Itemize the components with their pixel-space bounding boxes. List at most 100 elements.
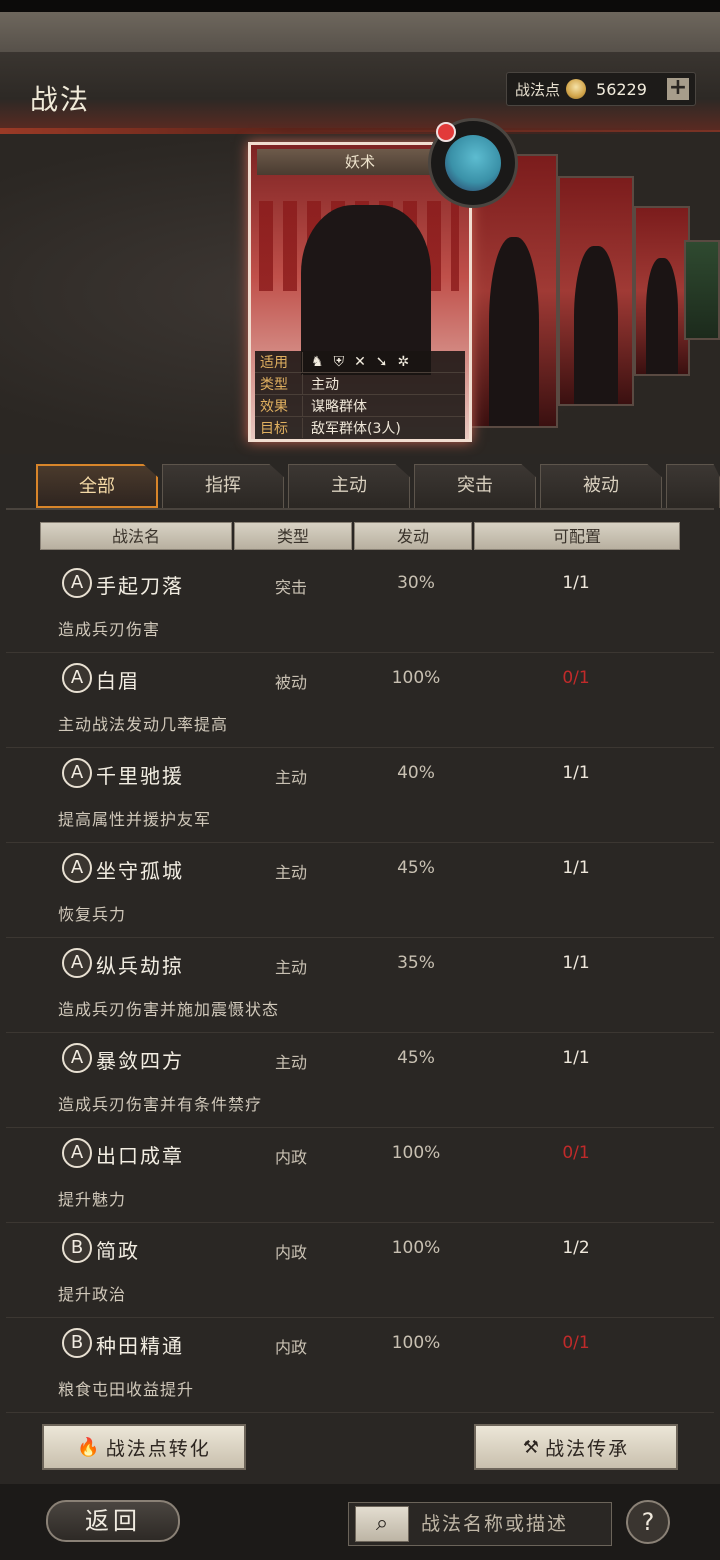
tab-all[interactable]: 全部 <box>36 464 158 508</box>
page-title: 战法 <box>30 83 91 116</box>
skill-type: 主动 <box>274 768 307 787</box>
skill-trigger-rate: 100% <box>391 1333 441 1353</box>
tab-active[interactable]: 主动 <box>288 464 410 508</box>
card-info-value: 主动 <box>311 376 339 393</box>
skill-grade-badge: B <box>62 1233 92 1263</box>
skill-type: 内政 <box>274 1148 307 1167</box>
skill-row[interactable]: A 纵兵劫掠 主动 35% 1/1 造成兵刃伤害并施加震慑状态 <box>6 938 714 1033</box>
skill-slots: 1/1 <box>562 1048 590 1068</box>
skill-slots: 0/1 <box>562 1333 590 1353</box>
skill-slots: 1/1 <box>562 573 590 593</box>
skill-grade-badge: B <box>62 1328 92 1358</box>
skill-grade-badge: A <box>62 663 92 693</box>
skill-row[interactable]: B 简政 内政 100% 1/2 提升政治 <box>6 1223 714 1318</box>
skill-trigger-rate: 35% <box>397 953 435 973</box>
tab-more[interactable] <box>666 464 720 508</box>
status-bar <box>0 0 720 12</box>
card-info-key: 适用 <box>255 351 303 372</box>
skill-card-stack[interactable] <box>634 206 690 376</box>
card-info-key: 目标 <box>255 418 303 438</box>
skill-description: 粮食屯田收益提升 <box>58 1380 195 1399</box>
skill-trigger-rate: 100% <box>391 668 441 688</box>
column-header-slots[interactable]: 可配置 <box>474 522 680 550</box>
notification-dot <box>436 122 456 142</box>
skill-grade-badge: A <box>62 1138 92 1168</box>
skill-slots: 0/1 <box>562 668 590 688</box>
inherit-skill-button[interactable]: ⚒ 战法传承 <box>474 1424 678 1470</box>
convert-points-button[interactable]: 🔥 战法点转化 <box>42 1424 246 1470</box>
skill-grade-badge: A <box>62 758 92 788</box>
tab-assault[interactable]: 突击 <box>414 464 536 508</box>
tab-divider <box>6 508 714 510</box>
skill-type: 被动 <box>274 673 307 692</box>
skill-slots: 1/1 <box>562 763 590 783</box>
skill-name: 手起刀落 <box>96 574 184 598</box>
skill-description: 造成兵刃伤害并施加震慑状态 <box>58 1000 280 1019</box>
search-input[interactable] <box>421 1513 601 1535</box>
skill-slots: 1/1 <box>562 953 590 973</box>
skill-grade-badge: A <box>62 948 92 978</box>
convert-points-label: 战法点转化 <box>105 1437 211 1460</box>
skill-grade-badge: A <box>62 1043 92 1073</box>
skill-trigger-rate: 30% <box>397 573 435 593</box>
skill-row[interactable]: B 种田精通 内政 100% 0/1 粮食屯田收益提升 <box>6 1318 714 1413</box>
bow-icon: ✕ <box>354 353 366 370</box>
skill-point-icon <box>566 79 587 99</box>
tab-command[interactable]: 指挥 <box>162 464 284 508</box>
skill-description: 恢复兵力 <box>58 905 127 924</box>
skill-trigger-rate: 40% <box>397 763 435 783</box>
column-header-type[interactable]: 类型 <box>234 522 352 550</box>
skill-row[interactable]: A 白眉 被动 100% 0/1 主动战法发动几率提高 <box>6 653 714 748</box>
back-button[interactable]: 返回 <box>46 1500 180 1542</box>
skill-name: 简政 <box>96 1239 140 1263</box>
skill-row[interactable]: A 出口成章 内政 100% 0/1 提升魅力 <box>6 1128 714 1223</box>
skill-row[interactable]: A 手起刀落 突击 30% 1/1 造成兵刃伤害 <box>6 558 714 653</box>
column-header-rate[interactable]: 发动 <box>354 522 472 550</box>
skill-grade-badge: A <box>62 853 92 883</box>
skill-name: 纵兵劫掠 <box>96 954 184 978</box>
skill-type: 主动 <box>274 958 307 977</box>
card-info-key: 类型 <box>255 373 303 394</box>
skill-name: 种田精通 <box>96 1334 184 1358</box>
skill-row[interactable]: A 暴敛四方 主动 45% 1/1 造成兵刃伤害并有条件禁疗 <box>6 1033 714 1128</box>
skill-row[interactable]: A 千里驰援 主动 40% 1/1 提高属性并援护友军 <box>6 748 714 843</box>
hammer-icon: ⚒ <box>522 1436 542 1458</box>
help-button[interactable]: ? <box>626 1500 670 1544</box>
skill-points-label: 战法点 <box>515 80 561 99</box>
search-icon[interactable]: ⌕ <box>355 1506 409 1542</box>
skill-type: 主动 <box>274 1053 307 1072</box>
skill-name: 白眉 <box>96 669 140 693</box>
cavalry-icon: ♞ <box>311 353 324 370</box>
skill-trigger-rate: 45% <box>397 858 435 878</box>
column-header-name[interactable]: 战法名 <box>40 522 232 550</box>
search-box: ⌕ <box>348 1502 612 1546</box>
card-info-value: 敌军群体(3人) <box>311 421 401 437</box>
skill-type: 内政 <box>274 1338 307 1357</box>
tab-passive[interactable]: 被动 <box>540 464 662 508</box>
skill-type: 主动 <box>274 863 307 882</box>
skill-type: 突击 <box>274 578 307 597</box>
skill-card-stack[interactable] <box>558 176 634 406</box>
skill-row[interactable]: A 坐守孤城 主动 45% 1/1 恢复兵力 <box>6 843 714 938</box>
skill-filter-tabs: 全部 指挥 主动 突击 被动 <box>36 464 720 508</box>
inherit-skill-label: 战法传承 <box>545 1437 630 1460</box>
skill-trigger-rate: 100% <box>391 1143 441 1163</box>
skill-grade-badge: A <box>62 568 92 598</box>
skill-name: 坐守孤城 <box>96 859 184 883</box>
card-info-panel: 适用 ♞ ⛨ ✕ ➘ ✲ 类型 主动 效果 谋略群体 目标 敌军群体(3人) <box>255 351 465 439</box>
flame-icon: 🔥 <box>77 1436 102 1458</box>
skill-description: 提升魅力 <box>58 1190 127 1209</box>
card-art-figure <box>301 205 431 375</box>
skill-name: 千里驰援 <box>96 764 184 788</box>
add-points-button[interactable]: + <box>667 77 689 100</box>
unit-type-icons: ♞ ⛨ ✕ ➘ ✲ <box>303 354 409 370</box>
skill-description: 提高属性并援护友军 <box>58 810 212 829</box>
skill-slots: 1/1 <box>562 858 590 878</box>
skill-card-stack[interactable] <box>684 240 720 340</box>
skill-trigger-rate: 45% <box>397 1048 435 1068</box>
spear-icon: ➘ <box>375 353 388 370</box>
skill-list: A 手起刀落 突击 30% 1/1 造成兵刃伤害 A 白眉 被动 100% 0/1 主动战法发动几率提… <box>6 558 714 1413</box>
skill-points-box: 战法点 56229 + <box>506 72 696 106</box>
skill-description: 主动战法发动几率提高 <box>58 715 229 734</box>
top-decoration <box>0 12 720 52</box>
